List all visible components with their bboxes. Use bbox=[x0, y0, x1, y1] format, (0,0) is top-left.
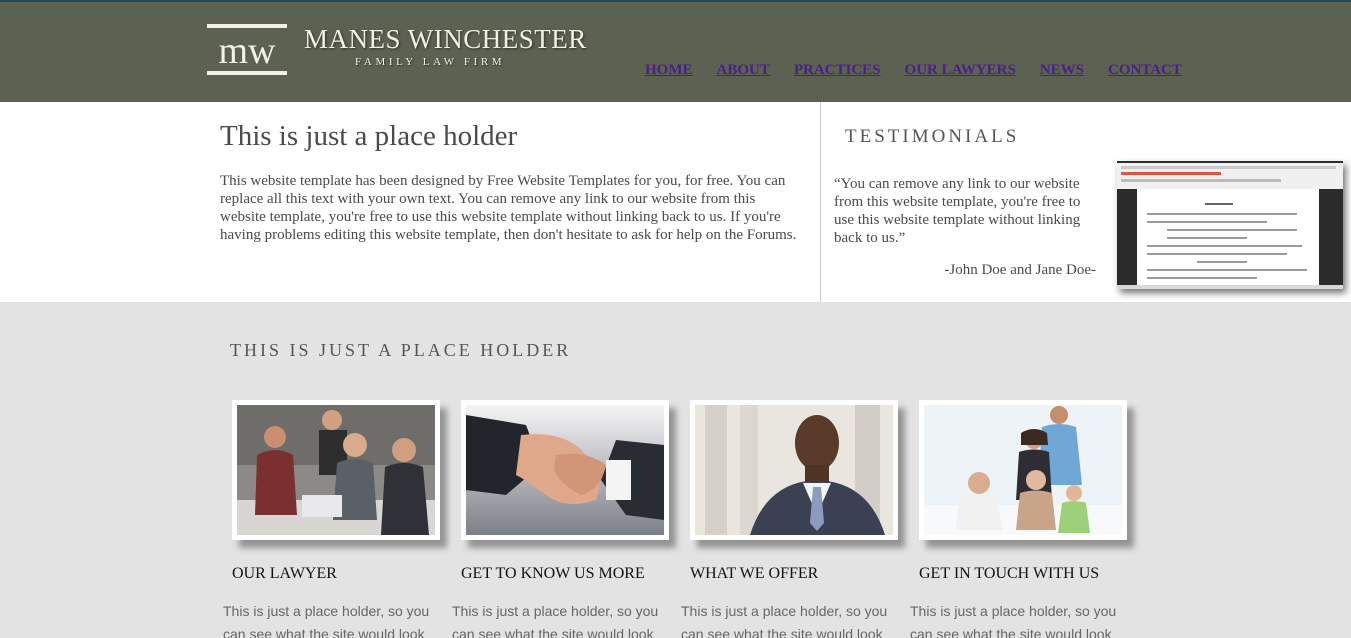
testimonial-author: -John Doe and Jane Doe- bbox=[944, 262, 1096, 278]
nav-our-lawyers-link[interactable]: OUR LAWYERS bbox=[905, 62, 1016, 79]
nav-contact-link[interactable]: CONTACT bbox=[1108, 62, 1182, 79]
card-text-our-lawyer: This is just a place holder, so you can … bbox=[223, 603, 430, 638]
card-text-get-to-know-us: This is just a place holder, so you can … bbox=[452, 603, 659, 638]
nav-about-link[interactable]: ABOUT bbox=[717, 62, 770, 79]
family-photo[interactable] bbox=[919, 400, 1127, 540]
column-divider bbox=[820, 102, 821, 302]
intro-title: This is just a place holder bbox=[220, 120, 518, 152]
intro-text: This website template has been designed … bbox=[220, 173, 797, 243]
card-text-get-in-touch: This is just a place holder, so you can … bbox=[910, 603, 1117, 638]
screenshot-document bbox=[1137, 189, 1319, 285]
nav-practices-link[interactable]: PRACTICES bbox=[794, 62, 881, 79]
main-nav: HOME ABOUT PRACTICES OUR LAWYERS NEWS CO… bbox=[645, 62, 1206, 79]
meeting-photo[interactable] bbox=[232, 400, 440, 540]
handshake-photo[interactable] bbox=[461, 400, 669, 540]
card-title-what-we-offer[interactable]: WHAT WE OFFER bbox=[690, 565, 818, 583]
nav-home-link[interactable]: HOME bbox=[645, 62, 693, 79]
logo-icon[interactable]: mw bbox=[207, 24, 287, 76]
testimonial-quote: “You can remove any link to our website … bbox=[834, 176, 1081, 246]
section-title: THIS IS JUST A PLACE HOLDER bbox=[230, 340, 572, 360]
testimonials-title: TESTIMONIALS bbox=[845, 126, 1020, 147]
card-title-get-to-know-us[interactable]: GET TO KNOW US MORE bbox=[461, 565, 645, 583]
brand-tagline: FAMILY LAW FIRM bbox=[355, 56, 506, 68]
nav-news-link[interactable]: NEWS bbox=[1040, 62, 1084, 79]
screenshot-toolbar bbox=[1117, 163, 1343, 189]
card-text-what-we-offer: This is just a place holder, so you can … bbox=[681, 603, 888, 638]
businessman-photo[interactable] bbox=[690, 400, 898, 540]
svg-text:mw: mw bbox=[219, 30, 277, 72]
brand-name[interactable]: MANES WINCHESTER bbox=[304, 24, 587, 55]
site-header: mw MANES WINCHESTER FAMILY LAW FIRM HOME… bbox=[0, 0, 1351, 102]
screenshot-statusbar bbox=[1117, 285, 1343, 289]
card-title-get-in-touch[interactable]: GET IN TOUCH WITH US bbox=[919, 565, 1099, 583]
testimonial-screenshot-image bbox=[1117, 161, 1343, 289]
intro-section: This is just a place holder This website… bbox=[0, 102, 1351, 302]
card-title-our-lawyer[interactable]: OUR LAWYER bbox=[232, 565, 337, 583]
